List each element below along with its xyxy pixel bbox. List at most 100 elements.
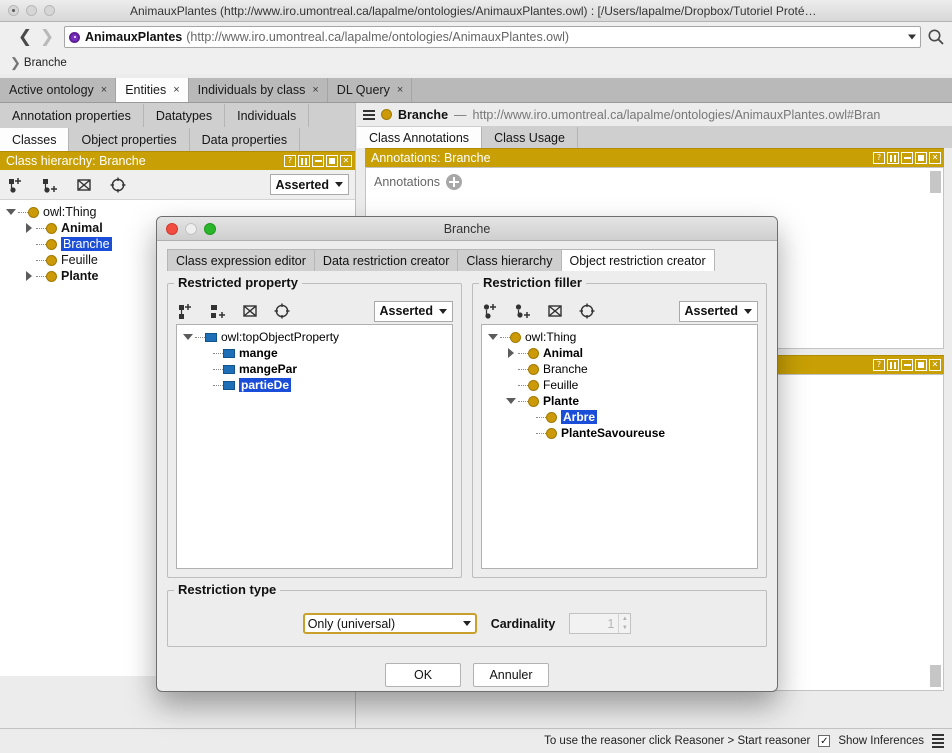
close-icon[interactable]: × xyxy=(173,84,179,96)
window-traffic-lights[interactable] xyxy=(8,5,55,16)
twisty-right-icon[interactable] xyxy=(22,271,36,281)
property-tree[interactable]: owl:topObjectProperty mange ma xyxy=(176,324,453,569)
subtab-individuals[interactable]: Individuals xyxy=(225,104,309,127)
maximize-icon[interactable] xyxy=(326,155,338,167)
maximize-icon[interactable] xyxy=(915,359,927,371)
ok-button[interactable]: OK xyxy=(385,663,461,687)
dialog-tab-object-restriction-creator[interactable]: Object restriction creator xyxy=(562,249,715,271)
search-class-icon[interactable] xyxy=(577,301,597,321)
minimize-icon[interactable] xyxy=(901,359,913,371)
tree-label-selected: partieDe xyxy=(239,378,291,392)
tree-row[interactable]: Animal xyxy=(482,345,757,361)
cardinality-stepper[interactable]: 1 ▲ ▼ xyxy=(569,613,631,634)
dialog-tab-class-hierarchy[interactable]: Class hierarchy xyxy=(458,249,561,271)
tab-active-ontology[interactable]: Active ontology × xyxy=(0,78,116,102)
object-restriction-dialog[interactable]: Branche Class expression editor Data res… xyxy=(156,216,778,692)
tab-individuals-by-class[interactable]: Individuals by class × xyxy=(189,78,328,102)
subtab-class-usage[interactable]: Class Usage xyxy=(482,127,578,148)
restriction-type-select[interactable]: Only (universal) xyxy=(303,613,477,634)
search-class-icon[interactable] xyxy=(108,175,128,195)
subtab-object-properties[interactable]: Object properties xyxy=(69,128,189,151)
annotations-title: Annotations: Branche xyxy=(371,151,873,165)
search-icon[interactable] xyxy=(923,24,949,50)
breadcrumb-item[interactable]: Branche xyxy=(24,57,67,69)
tree-row[interactable]: Feuille xyxy=(482,377,757,393)
plus-icon[interactable] xyxy=(446,174,462,190)
add-sibling-class-icon[interactable] xyxy=(40,175,60,195)
add-subproperty-icon[interactable] xyxy=(176,301,196,321)
stepper-up-icon[interactable]: ▲ xyxy=(619,614,630,624)
list-lines-icon[interactable] xyxy=(932,734,944,748)
twisty-down-icon[interactable] xyxy=(504,398,518,404)
cancel-button[interactable]: Annuler xyxy=(473,663,549,687)
tree-row[interactable]: Branche xyxy=(482,361,757,377)
add-sibling-class-icon[interactable] xyxy=(513,301,533,321)
close-icon[interactable]: × xyxy=(101,84,107,96)
ontology-selector[interactable]: AnimauxPlantes (http://www.iro.umontreal… xyxy=(64,26,921,48)
help-icon[interactable]: ? xyxy=(873,152,885,164)
hamburger-icon[interactable] xyxy=(363,110,375,120)
split-view-icon[interactable] xyxy=(887,359,899,371)
minimize-icon[interactable] xyxy=(901,152,913,164)
subtab-class-annotations[interactable]: Class Annotations xyxy=(357,127,482,148)
show-inferences-checkbox[interactable]: ✓ xyxy=(818,735,830,747)
window-close-button[interactable] xyxy=(8,5,19,16)
dialog-tab-class-expression-editor[interactable]: Class expression editor xyxy=(167,249,315,271)
tree-row[interactable]: mange xyxy=(177,345,452,361)
delete-class-icon[interactable] xyxy=(545,301,565,321)
tree-row[interactable]: partieDe xyxy=(177,377,452,393)
stepper-down-icon[interactable]: ▼ xyxy=(619,624,630,634)
search-property-icon[interactable] xyxy=(272,301,292,321)
delete-property-icon[interactable] xyxy=(240,301,260,321)
close-icon[interactable]: ✕ xyxy=(929,152,941,164)
reasoner-mode-select[interactable]: Asserted xyxy=(270,174,350,195)
close-icon[interactable]: ✕ xyxy=(929,359,941,371)
window-zoom-button[interactable] xyxy=(44,5,55,16)
tab-dl-query[interactable]: DL Query × xyxy=(328,78,412,102)
add-sibling-property-icon[interactable] xyxy=(208,301,228,321)
split-view-icon[interactable] xyxy=(887,152,899,164)
twisty-down-icon[interactable] xyxy=(4,209,18,215)
subtab-annotation-properties[interactable]: Annotation properties xyxy=(0,104,144,127)
close-icon[interactable]: ✕ xyxy=(340,155,352,167)
tree-row[interactable]: owl:Thing xyxy=(482,329,757,345)
property-reasoner-mode-select[interactable]: Asserted xyxy=(374,301,454,322)
delete-class-icon[interactable] xyxy=(74,175,94,195)
close-icon[interactable]: × xyxy=(397,84,403,96)
subtab-data-properties[interactable]: Data properties xyxy=(190,128,300,151)
twisty-down-icon[interactable] xyxy=(181,334,195,340)
add-subclass-icon[interactable] xyxy=(481,301,501,321)
vertical-scrollbar-thumb[interactable] xyxy=(930,171,941,193)
tree-row[interactable]: mangePar xyxy=(177,361,452,377)
help-icon[interactable]: ? xyxy=(284,155,296,167)
reasoner-mode-value: Asserted xyxy=(685,304,739,318)
subtab-classes[interactable]: Classes xyxy=(0,128,69,151)
tree-row[interactable]: PlanteSavoureuse xyxy=(482,425,757,441)
filler-class-tree[interactable]: owl:Thing Animal Branche xyxy=(481,324,758,569)
window-minimize-button[interactable] xyxy=(26,5,37,16)
stepper-arrows[interactable]: ▲ ▼ xyxy=(618,614,630,633)
tree-row[interactable]: Plante xyxy=(482,393,757,409)
tab-entities[interactable]: Entities × xyxy=(116,78,188,102)
maximize-icon[interactable] xyxy=(915,152,927,164)
vertical-scrollbar-thumb[interactable] xyxy=(930,665,941,687)
chevron-down-icon[interactable] xyxy=(908,35,916,40)
twisty-right-icon[interactable] xyxy=(22,223,36,233)
help-icon[interactable]: ? xyxy=(873,359,885,371)
twisty-right-icon[interactable] xyxy=(504,348,518,358)
forward-icon[interactable]: ❯ xyxy=(36,25,58,49)
tree-row[interactable]: Arbre xyxy=(482,409,757,425)
restriction-columns: Restricted property xyxy=(167,271,767,578)
back-icon[interactable]: ❮ xyxy=(14,25,36,49)
dialog-tab-data-restriction-creator[interactable]: Data restriction creator xyxy=(315,249,458,271)
subtab-datatypes[interactable]: Datatypes xyxy=(144,104,225,127)
add-subclass-icon[interactable] xyxy=(6,175,26,195)
split-view-icon[interactable] xyxy=(298,155,310,167)
minimize-icon[interactable] xyxy=(312,155,324,167)
tree-line xyxy=(213,353,223,354)
close-icon[interactable]: × xyxy=(312,84,318,96)
tree-row[interactable]: owl:topObjectProperty xyxy=(177,329,452,345)
filler-reasoner-mode-select[interactable]: Asserted xyxy=(679,301,759,322)
twisty-down-icon[interactable] xyxy=(486,334,500,340)
subtab-label: Annotation properties xyxy=(12,109,131,123)
